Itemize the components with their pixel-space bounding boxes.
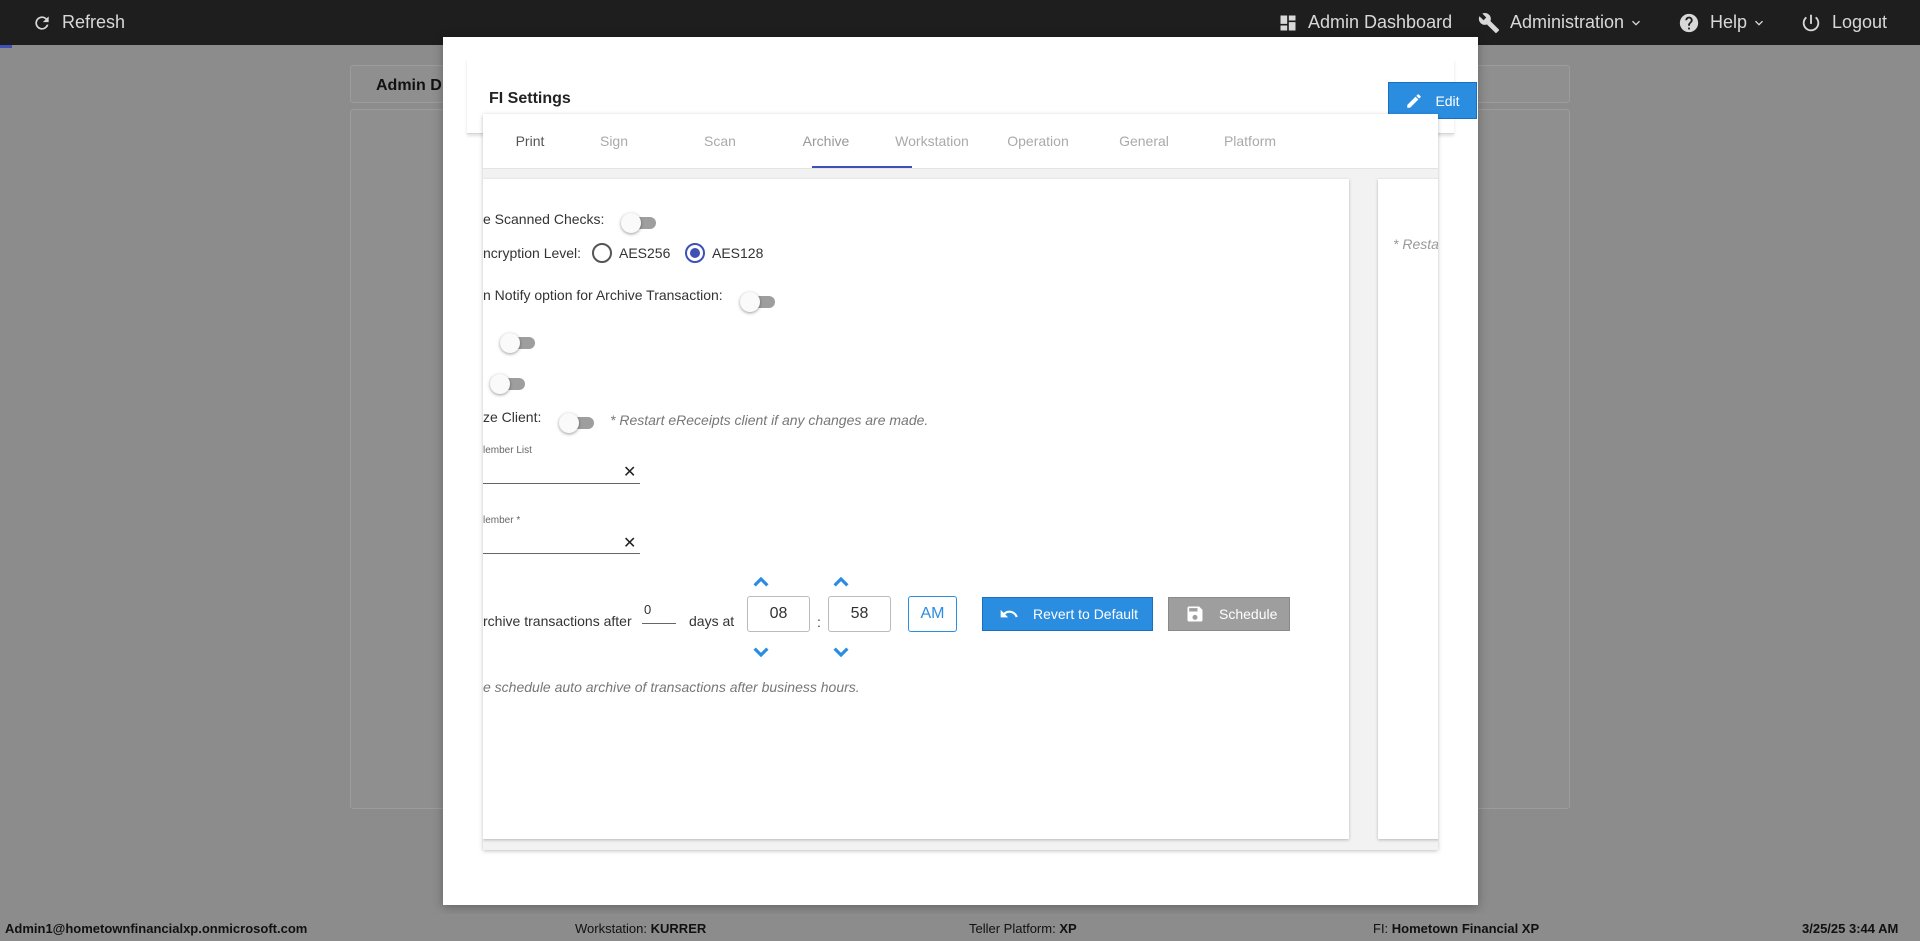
schedule-note: e schedule auto archive of transactions …: [483, 679, 860, 695]
member-list-label: lember List: [483, 445, 532, 456]
chevron-down-icon: [833, 647, 849, 658]
save-icon: [1187, 606, 1203, 622]
status-fi: FI: Hometown Financial XP: [1373, 921, 1540, 936]
clear-member-list-icon[interactable]: ✕: [623, 462, 636, 482]
status-user: Admin1@hometownfinancialxp.onmicrosoft.c…: [5, 921, 308, 936]
option-toggle[interactable]: [500, 333, 536, 353]
archive-days-input[interactable]: 0: [642, 602, 676, 624]
client-label: ze Client:: [483, 409, 542, 425]
logout-label: Logout: [1832, 12, 1888, 32]
status-teller-platform: Teller Platform: XP: [969, 921, 1077, 936]
edit-label: Edit: [1435, 92, 1460, 109]
restart-client-note: * Restart eReceipts client if any change…: [610, 412, 929, 428]
status-bar: Admin1@hometownfinancialxp.onmicrosoft.c…: [0, 914, 1920, 941]
wrench-icon: [1478, 12, 1500, 33]
archive-notify-label: n Notify option for Archive Transaction:: [483, 287, 723, 303]
client-toggle[interactable]: [559, 413, 595, 433]
revert-to-default-label: Revert to Default: [1033, 606, 1139, 622]
help-menu[interactable]: Help: [1678, 0, 1767, 45]
power-icon: [1802, 14, 1820, 31]
clear-member-icon[interactable]: ✕: [623, 533, 636, 553]
background-panel-title: Admin D: [376, 77, 442, 94]
help-icon: [1679, 13, 1699, 32]
aes256-label: AES256: [619, 245, 671, 261]
chevron-down-icon: [1755, 20, 1764, 26]
refresh-button[interactable]: Refresh: [32, 0, 125, 45]
member-field[interactable]: [483, 532, 640, 554]
chevron-up-icon: [833, 576, 849, 587]
help-label: Help: [1710, 12, 1748, 32]
logout-button[interactable]: Logout: [1800, 0, 1887, 45]
archive-after-label: rchive transactions after: [483, 613, 632, 629]
schedule-button[interactable]: Schedule: [1168, 597, 1290, 631]
refresh-label: Refresh: [62, 12, 126, 32]
aes128-label: AES128: [712, 245, 764, 261]
dashboard-icon: [1280, 15, 1296, 30]
chevron-down-icon: [753, 647, 769, 658]
revert-to-default-button[interactable]: Revert to Default: [982, 597, 1153, 631]
archive-notify-toggle[interactable]: [740, 292, 776, 312]
chevron-down-icon: [1632, 20, 1641, 26]
hour-down-button[interactable]: [752, 645, 770, 659]
side-restart-note: * Resta: [1393, 236, 1438, 252]
pencil-icon: [1407, 93, 1422, 108]
am-pm-toggle[interactable]: AM: [908, 596, 957, 632]
settings-tabs-viewport: e Scanned Checks: ncryption Level: AES25…: [483, 114, 1438, 850]
member-list-field[interactable]: [483, 462, 640, 484]
aes256-radio[interactable]: [592, 243, 612, 263]
refresh-icon: [35, 15, 49, 30]
admin-dashboard-label: Admin Dashboard: [1308, 12, 1453, 32]
status-datetime: 3/25/25 3:44 AM: [1802, 921, 1899, 936]
scanned-checks-label: e Scanned Checks:: [483, 211, 605, 227]
scanned-checks-toggle[interactable]: [621, 213, 657, 233]
minute-input[interactable]: 58: [828, 596, 891, 632]
hour-up-button[interactable]: [752, 575, 770, 589]
administration-label: Administration: [1510, 12, 1625, 32]
option-toggle[interactable]: [490, 374, 526, 394]
aes128-radio[interactable]: [685, 243, 705, 263]
dialog-title: FI Settings: [489, 90, 571, 107]
encryption-level-label: ncryption Level:: [483, 245, 582, 261]
archive-settings-pane: e Scanned Checks: ncryption Level: AES25…: [483, 179, 1349, 839]
minute-down-button[interactable]: [832, 645, 850, 659]
time-separator: :: [817, 614, 821, 630]
minute-up-button[interactable]: [832, 575, 850, 589]
member-label: lember *: [483, 515, 521, 526]
status-workstation: Workstation: KURRER: [575, 921, 707, 936]
tab-content-area: e Scanned Checks: ncryption Level: AES25…: [483, 169, 1438, 850]
days-at-label: days at: [689, 613, 735, 629]
accent-bar: [0, 45, 12, 48]
chevron-up-icon: [753, 576, 769, 587]
side-pane: * Resta: [1378, 179, 1438, 839]
schedule-label: Schedule: [1219, 606, 1278, 622]
administration-menu[interactable]: Administration: [1478, 0, 1644, 45]
undo-icon: [1000, 609, 1018, 618]
hour-input[interactable]: 08: [747, 596, 810, 632]
